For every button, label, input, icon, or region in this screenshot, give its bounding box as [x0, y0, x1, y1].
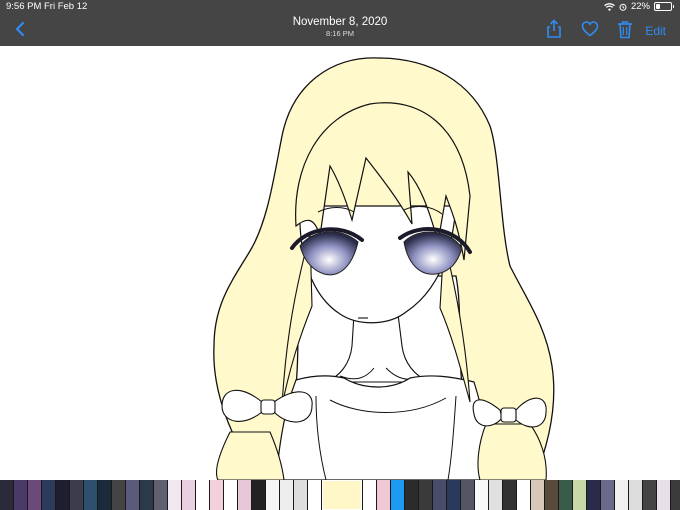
share-button[interactable]: [546, 19, 562, 39]
thumbnail[interactable]: [70, 480, 83, 510]
thumbnail[interactable]: [615, 480, 628, 510]
status-indicators: 22%: [604, 1, 674, 12]
thumbnail[interactable]: [391, 480, 404, 510]
favorite-button[interactable]: [581, 19, 599, 39]
thumbnail[interactable]: [671, 480, 680, 510]
photo-date: November 8, 2020: [292, 16, 388, 28]
thumbnail[interactable]: [475, 480, 488, 510]
thumbnail[interactable]: [517, 480, 530, 510]
thumbnail[interactable]: [210, 480, 223, 510]
photo-date-header: November 8, 2020 8:16 PM: [0, 16, 680, 38]
thumbnail[interactable]: [573, 480, 586, 510]
thumbnail[interactable]: [28, 480, 41, 510]
thumbnail[interactable]: [405, 480, 418, 510]
thumbnail[interactable]: [308, 480, 321, 510]
navigation-bar: 9:56 PM Fri Feb 12 22% November 8, 2020 …: [0, 0, 680, 46]
wifi-icon: [604, 2, 615, 11]
thumbnail[interactable]: [531, 480, 544, 510]
alarm-icon: [619, 3, 627, 11]
thumbnail[interactable]: [196, 480, 209, 510]
thumbnail[interactable]: [447, 480, 460, 510]
thumbnail[interactable]: [168, 480, 181, 510]
delete-button[interactable]: [617, 19, 633, 39]
thumbnail[interactable]: [84, 480, 97, 510]
thumbnail[interactable]: [503, 480, 516, 510]
thumbnail[interactable]: [140, 480, 153, 510]
battery-percent: 22%: [630, 1, 650, 12]
thumbnail[interactable]: [643, 480, 656, 510]
thumbnail[interactable]: [182, 480, 195, 510]
thumbnail[interactable]: [98, 480, 111, 510]
thumbnail[interactable]: [0, 480, 13, 510]
thumbnail-strip[interactable]: [0, 480, 680, 510]
anime-girl-drawing: [213, 57, 555, 481]
thumbnail[interactable]: [238, 480, 251, 510]
battery-icon: [654, 2, 674, 11]
thumbnail[interactable]: [266, 480, 279, 510]
thumbnail[interactable]: [224, 480, 237, 510]
thumbnail[interactable]: [377, 480, 390, 510]
thumbnail[interactable]: [252, 480, 265, 510]
trash-icon: [618, 20, 632, 38]
battery-level: [656, 4, 660, 9]
thumbnail[interactable]: [587, 480, 600, 510]
thumbnail[interactable]: [433, 480, 446, 510]
thumbnail[interactable]: [363, 480, 376, 510]
thumbnail[interactable]: [154, 480, 167, 510]
edit-button[interactable]: Edit: [645, 21, 666, 41]
photo-viewer[interactable]: [0, 46, 680, 481]
thumbnail[interactable]: [126, 480, 139, 510]
thumbnail[interactable]: [419, 480, 432, 510]
thumbnail[interactable]: [294, 480, 307, 510]
thumbnail[interactable]: [629, 480, 642, 510]
heart-icon: [581, 21, 599, 37]
thumbnail[interactable]: [461, 480, 474, 510]
thumbnail[interactable]: [545, 480, 558, 510]
share-icon: [547, 19, 561, 38]
status-time: 9:56 PM: [6, 1, 42, 12]
thumbnail[interactable]: [657, 480, 670, 510]
thumbnail[interactable]: [280, 480, 293, 510]
thumbnail[interactable]: [42, 480, 55, 510]
thumbnail[interactable]: [14, 480, 27, 510]
thumbnail[interactable]: [112, 480, 125, 510]
thumbnail[interactable]: [489, 480, 502, 510]
thumbnail[interactable]: [601, 480, 614, 510]
status-date: Fri Feb 12: [44, 1, 88, 12]
thumbnail[interactable]: [559, 480, 572, 510]
thumbnail[interactable]: [56, 480, 69, 510]
thumbnail-selected[interactable]: [322, 480, 362, 510]
photo-time: 8:16 PM: [326, 29, 354, 38]
